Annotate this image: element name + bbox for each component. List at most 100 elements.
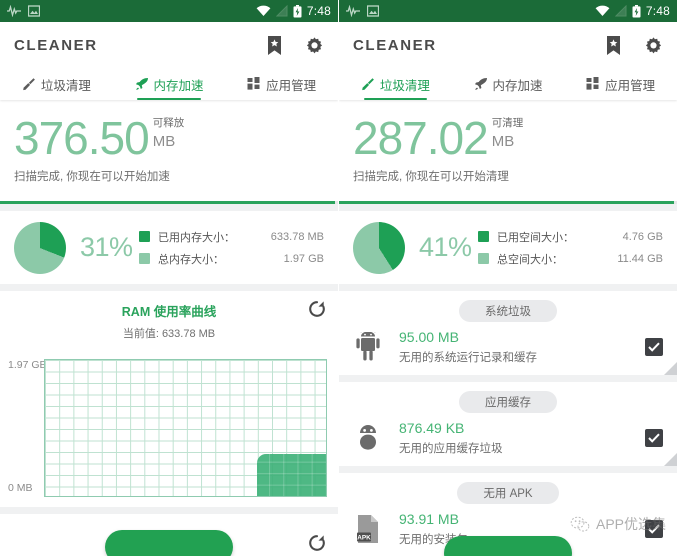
- gear-icon[interactable]: [644, 36, 663, 55]
- junk-group-header: 应用缓存: [339, 382, 677, 413]
- cleanable-unit: MB: [491, 133, 515, 150]
- tab-label: 应用管理: [605, 78, 656, 93]
- bookmark-icon[interactable]: [266, 35, 283, 55]
- releasable-size-value: 376.50: [14, 112, 150, 164]
- status-bar: 7:48: [0, 0, 338, 22]
- tab-label: 垃圾清理: [379, 78, 430, 93]
- summary-value-side: 可清理 MB: [492, 114, 524, 150]
- app-bar: CLEANER: [339, 22, 677, 68]
- chart-title: RAM 使用率曲线: [121, 305, 217, 319]
- section-divider: [0, 284, 338, 291]
- status-bar-left-icons: [7, 4, 41, 18]
- left-phone-screen: 7:48 CLEANER 垃圾清理 内存加速 应用管理 376.50 可释放 M…: [0, 0, 338, 556]
- apk-file-icon: APK: [353, 512, 383, 546]
- svg-text:APK: APK: [357, 534, 371, 541]
- legend-swatch-used: [478, 231, 489, 242]
- wifi-icon: [256, 5, 271, 17]
- tab-memory-boost[interactable]: 内存加速: [113, 68, 226, 100]
- ram-usage-chart-card: RAM 使用率曲线 当前值: 633.78 MB 1.97 GB 0 MB: [0, 291, 338, 507]
- memory-legend: 已用内存大小： 633.78 MB 总内存大小： 1.97 GB: [139, 226, 324, 270]
- legend-row: 已用空间大小： 4.76 GB: [478, 226, 663, 248]
- summary-value-row: 287.02 可清理 MB: [353, 114, 663, 162]
- battery-charging-icon: [293, 4, 302, 18]
- scan-progress-bar: [0, 201, 338, 204]
- storage-pie-card: 41% 已用空间大小： 4.76 GB 总空间大小： 11.44 GB: [339, 211, 677, 284]
- junk-group-pill: 系统垃圾: [459, 300, 557, 322]
- junk-group-header: 无用 APK: [339, 473, 677, 504]
- app-bar-actions: [605, 35, 663, 55]
- junk-item-checkbox[interactable]: [645, 520, 663, 538]
- tab-app-manage[interactable]: 应用管理: [564, 68, 677, 100]
- legend-label: 已用内存大小：: [158, 231, 235, 244]
- junk-group-header: 系统垃圾: [339, 291, 677, 322]
- gear-icon[interactable]: [305, 36, 324, 55]
- tab-label: 内存加速: [492, 78, 543, 93]
- signal-icon: [614, 4, 627, 17]
- chart-plot-wrapper: 1.97 GB 0 MB: [0, 349, 338, 497]
- boost-action-button[interactable]: [105, 530, 233, 556]
- legend-row: 总内存大小： 1.97 GB: [139, 248, 324, 270]
- legend-value: 1.97 GB: [283, 252, 324, 265]
- broom-icon: [361, 77, 375, 91]
- rocket-icon: [135, 77, 149, 91]
- junk-list-item[interactable]: 95.00 MB 无用的系统运行记录和缓存: [339, 322, 677, 375]
- legend-value: 4.76 GB: [622, 230, 663, 243]
- chart-area-grid: [257, 453, 326, 496]
- app-title: CLEANER: [353, 36, 437, 54]
- legend-swatch-total: [478, 253, 489, 264]
- junk-item-desc: 无用的应用缓存垃圾: [399, 443, 503, 455]
- dual-screenshot-container: 7:48 CLEANER 垃圾清理 内存加速 应用管理 376.50 可释放 M…: [0, 0, 677, 556]
- scan-status-text: 扫描完成, 你现在可以开始清理: [353, 171, 509, 183]
- tab-label: 垃圾清理: [40, 78, 91, 93]
- pulse-icon: [7, 4, 21, 18]
- section-divider: [339, 375, 677, 382]
- right-phone-screen: 7:48 CLEANER 垃圾清理 内存加速 应用管理 287.02 可清理 M…: [339, 0, 677, 556]
- apps-icon: [586, 77, 600, 91]
- legend-label: 已用空间大小：: [497, 231, 574, 244]
- refresh-icon[interactable]: [308, 300, 326, 318]
- apps-icon: [247, 77, 261, 91]
- y-axis-bottom-label: 0 MB: [8, 482, 33, 494]
- summary-value-side: 可释放 MB: [153, 114, 185, 150]
- legend-swatch-total: [139, 253, 150, 264]
- image-icon: [366, 5, 380, 17]
- tab-indicator: [137, 98, 201, 100]
- status-bar-clock: 7:48: [645, 4, 670, 18]
- tab-bar: 垃圾清理 内存加速 应用管理: [0, 68, 338, 100]
- junk-item-text: 95.00 MB 无用的系统运行记录和缓存: [399, 329, 537, 365]
- junk-group-pill: 无用 APK: [457, 482, 559, 504]
- section-divider: [339, 204, 677, 211]
- clean-action-button[interactable]: [444, 536, 572, 556]
- status-bar: 7:48: [339, 0, 677, 22]
- battery-charging-icon: [632, 4, 641, 18]
- y-axis-top-label: 1.97 GB: [8, 359, 47, 371]
- refresh-icon[interactable]: [308, 534, 326, 552]
- app-title: CLEANER: [14, 36, 98, 54]
- junk-item-text: 876.49 KB 无用的应用缓存垃圾: [399, 420, 503, 456]
- chart-area-series: [257, 453, 326, 496]
- junk-list-item[interactable]: 876.49 KB 无用的应用缓存垃圾: [339, 413, 677, 466]
- legend-label: 总内存大小：: [158, 253, 224, 266]
- storage-pie-chart: [353, 221, 405, 274]
- legend-value: 633.78 MB: [270, 230, 324, 243]
- junk-group-pill: 应用缓存: [459, 391, 557, 413]
- bookmark-icon[interactable]: [605, 35, 622, 55]
- tab-junk-clean[interactable]: 垃圾清理: [339, 68, 452, 100]
- wifi-icon: [595, 5, 610, 17]
- tab-app-manage[interactable]: 应用管理: [225, 68, 338, 100]
- summary-value-row: 376.50 可释放 MB: [14, 114, 324, 162]
- junk-item-checkbox[interactable]: [645, 338, 663, 356]
- storage-usage-percent: 41%: [419, 232, 472, 262]
- card-corner-fold: [664, 453, 677, 466]
- tab-memory-boost[interactable]: 内存加速: [452, 68, 565, 100]
- status-bar-right-icons: 7:48: [595, 4, 670, 18]
- rocket-icon: [474, 77, 488, 91]
- card-corner-fold: [664, 362, 677, 375]
- broom-icon: [22, 77, 36, 91]
- tab-junk-clean[interactable]: 垃圾清理: [0, 68, 113, 100]
- junk-item-size: 93.91 MB: [399, 511, 459, 527]
- android-bug-icon: [353, 421, 383, 455]
- junk-item-checkbox[interactable]: [645, 429, 663, 447]
- section-divider: [339, 284, 677, 291]
- memory-pie-chart: [14, 221, 66, 274]
